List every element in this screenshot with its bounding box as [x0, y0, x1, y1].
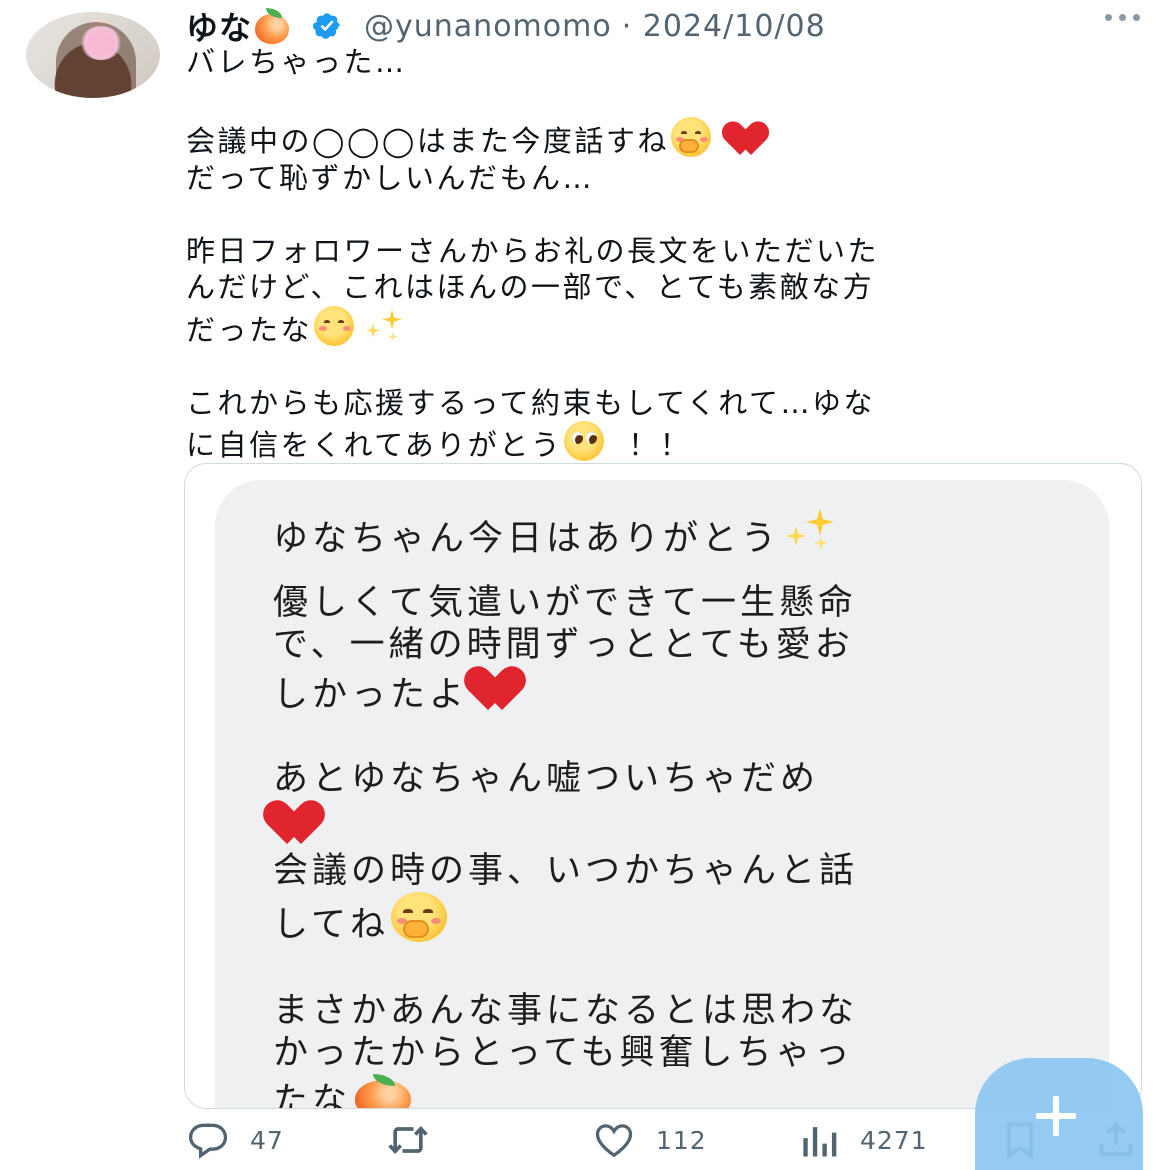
message-line: 会議の時の事、いつかちゃんと話 — [273, 851, 859, 891]
message-line: あとゆなちゃん嘘ついちゃだめ — [273, 759, 820, 799]
display-name[interactable]: ゆな — [186, 3, 252, 49]
face-blur — [80, 26, 122, 60]
views-count: 4271 — [860, 1125, 928, 1155]
message-line: しかったよ — [273, 666, 1073, 716]
message-line: 優しくて気遣いができて一生懸命 — [273, 583, 857, 623]
retweet-button[interactable] — [386, 1118, 450, 1162]
message-text: ゆなちゃん今日はありがとう 優しくて気遣いができて一生懸命 で、一緒の時間ずっと… — [273, 506, 1073, 1108]
red-heart-emoji-icon — [725, 121, 777, 157]
like-count: 112 — [656, 1125, 707, 1155]
message-line: たな — [273, 1074, 1073, 1108]
tweet-line: んだけど、これはほんの一部で、とても素敵な方 — [186, 270, 875, 304]
avatar[interactable] — [26, 12, 160, 98]
sparkles-emoji-icon — [780, 506, 846, 556]
attached-image[interactable]: ゆなちゃん今日はありがとう 優しくて気遣いができて一生懸命 で、一緒の時間ずっと… — [184, 463, 1142, 1109]
views-icon — [803, 1127, 837, 1157]
peach-emoji-icon — [351, 1074, 419, 1108]
hand-over-mouth-emoji-icon — [669, 117, 717, 157]
heart-icon — [595, 1124, 633, 1158]
tweet-line: に自信をくれてありがとう！！ — [186, 421, 1126, 464]
pleading-face-emoji-icon — [562, 421, 610, 461]
reply-icon — [188, 1123, 228, 1159]
sparkles-emoji-icon — [360, 306, 412, 346]
tweet-line: 昨日フォロワーさんからお礼の長文をいただいた — [186, 233, 880, 268]
message-line: してね — [273, 892, 1073, 946]
reply-count: 47 — [250, 1125, 284, 1155]
like-button[interactable]: 112 — [592, 1118, 707, 1162]
more-options-icon[interactable] — [1105, 14, 1140, 21]
tweet-text: バレちゃった… 会議中の◯◯◯はまた今度話すね だって恥ずかしいんだもん… 昨日… — [186, 44, 1126, 464]
tweet-header: ゆな @yunanomomo · 2024/10/08 — [186, 4, 826, 48]
verified-badge-icon — [312, 13, 340, 39]
tweet-line: バレちゃった… — [186, 45, 407, 79]
relieved-face-emoji-icon — [312, 305, 360, 346]
compose-plus-icon — [1034, 1094, 1078, 1138]
reply-button[interactable]: 47 — [186, 1118, 284, 1162]
message-line: ゆなちゃん今日はありがとう — [273, 506, 1073, 560]
message-line — [273, 800, 1073, 850]
peach-icon — [252, 8, 292, 44]
user-handle[interactable]: @yunanomomo — [364, 9, 612, 44]
post-date[interactable]: · 2024/10/08 — [622, 9, 826, 44]
hand-over-mouth-emoji-icon — [389, 892, 455, 942]
message-line: かったからとっても興奮しちゃっ — [273, 1033, 854, 1073]
red-heart-emoji-icon — [267, 800, 337, 846]
views-button[interactable]: 4271 — [796, 1118, 928, 1162]
message-line: で、一緒の時間ずっととても愛お — [273, 625, 854, 665]
red-heart-emoji-icon — [468, 666, 538, 712]
message-line: まさかあんな事になるとは思わな — [273, 991, 859, 1031]
tweet-line: 会議中の◯◯◯はまた今度話すね — [186, 117, 1126, 160]
tweet-line: だって恥ずかしいんだもん… — [186, 160, 595, 195]
retweet-icon — [388, 1125, 428, 1155]
tweet-line: これからも応援するって約束もしてくれて…ゆな — [186, 385, 875, 420]
tweet-line: だったな — [186, 305, 1126, 349]
